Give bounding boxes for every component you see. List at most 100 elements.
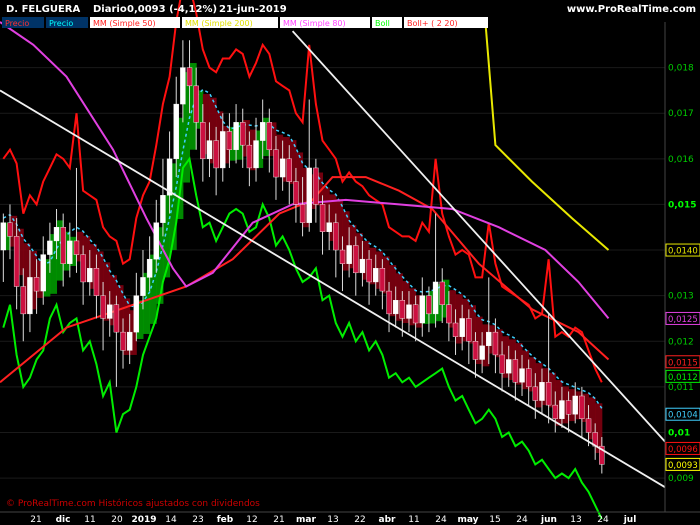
candle-body-58 (386, 290, 392, 315)
x-tick-label-10: mar (296, 515, 316, 525)
x-tick-label-5: 14 (165, 515, 177, 525)
candle-body-54 (359, 258, 366, 274)
x-tick-label-19: jun (540, 515, 557, 525)
candle-body-43 (286, 158, 292, 182)
candle-body-79 (525, 368, 532, 388)
candle-body-4 (27, 277, 33, 315)
candle-body-44 (293, 181, 299, 205)
legend-label-0: Precio (5, 19, 29, 28)
candle-body-61 (406, 304, 412, 319)
candle-body-64 (426, 295, 432, 315)
x-tick-label-4: 2019 (131, 515, 156, 525)
candle-body-29 (193, 85, 199, 123)
y-tick-label-1: 0,017 (668, 109, 694, 119)
y-tick-label-8: 0,01 (668, 428, 690, 438)
candle-body-82 (545, 382, 552, 406)
x-tick-label-20: 13 (570, 515, 581, 525)
candle-body-65 (432, 281, 439, 315)
candle-body-17 (113, 304, 120, 333)
candle-body-20 (133, 295, 140, 333)
x-tick-label-9: 21 (273, 515, 284, 525)
candle-body-37 (246, 144, 253, 169)
legend-label-4: MM (Simple 80) (283, 19, 346, 28)
x-tick-label-6: 23 (192, 515, 203, 525)
value-tag-4: 0,0104 (668, 411, 698, 421)
candle-body-34 (226, 131, 233, 150)
candle-body-33 (220, 131, 226, 169)
x-tick-label-11: 13 (327, 515, 338, 525)
candle-body-87 (579, 395, 585, 419)
candle-body-12 (80, 254, 86, 283)
candle-body-22 (146, 258, 153, 278)
candle-body-3 (20, 286, 26, 315)
candle-body-9 (60, 227, 66, 264)
y-tick-label-5: 0,013 (668, 292, 694, 302)
candle-body-30 (200, 122, 206, 160)
candle-body-48 (319, 204, 326, 232)
candle-body-19 (126, 331, 133, 351)
candle-body-18 (120, 331, 126, 351)
candle-body-6 (40, 254, 46, 292)
candle-body-76 (506, 359, 512, 374)
candle-body-36 (240, 122, 246, 146)
y-tick-label-0: 0,018 (668, 64, 694, 74)
y-tick-label-2: 0,016 (668, 155, 694, 165)
x-tick-label-2: 11 (84, 515, 95, 525)
candle-body-10 (67, 240, 73, 264)
candle-body-42 (279, 158, 286, 178)
candle-body-2 (13, 236, 20, 287)
candle-body-0 (0, 222, 7, 251)
legend-label-5: Boll (375, 19, 390, 28)
candle-body-35 (233, 122, 239, 150)
candle-body-81 (539, 382, 545, 401)
x-tick-label-12: 22 (354, 515, 365, 525)
candle-body-11 (73, 240, 80, 255)
candle-body-69 (459, 318, 465, 337)
candle-body-60 (399, 300, 406, 319)
candle-body-51 (339, 249, 346, 264)
y-tick-label-9: 0,009 (668, 474, 694, 484)
candle-body-21 (140, 277, 146, 296)
last-price: 0,0093 (-4,12%) (127, 4, 217, 15)
candle-body-83 (552, 404, 558, 419)
y-tick-label-7: 0,011 (668, 383, 694, 393)
candle-body-70 (466, 318, 472, 342)
candle-body-75 (499, 354, 505, 374)
candle-body-23 (153, 222, 159, 260)
y-tick-label-6: 0,012 (668, 337, 694, 347)
candle-body-38 (253, 140, 259, 169)
chart-date: 21-jun-2019 (219, 4, 287, 15)
period-label: Diario (93, 4, 127, 15)
candle-body-24 (160, 195, 166, 223)
candle-body-74 (492, 331, 499, 356)
candle-body-68 (452, 322, 459, 337)
y-tick-label-3: 0,015 (668, 200, 696, 210)
candle-body-13 (87, 268, 93, 283)
candle-body-62 (412, 304, 419, 324)
candle-body-67 (446, 304, 452, 324)
candle-body-27 (180, 67, 186, 105)
legend-label-3: MM (Simple 200) (185, 19, 253, 28)
candle-body-71 (472, 341, 479, 360)
value-tag-2: 0,0115 (668, 358, 698, 368)
candle-body-56 (373, 268, 379, 283)
candle-body-55 (366, 258, 372, 283)
candle-body-15 (100, 295, 106, 319)
candle-body-41 (273, 149, 279, 178)
candle-body-28 (186, 67, 193, 87)
candle-body-5 (33, 277, 40, 292)
legend-label-6: Boll+ ( 2 20) (407, 19, 458, 28)
x-tick-label-15: 24 (435, 515, 447, 525)
candle-body-85 (565, 400, 572, 415)
candle-body-73 (486, 331, 492, 347)
candle-body-1 (7, 222, 13, 237)
candle-body-7 (47, 240, 53, 255)
candle-body-16 (107, 304, 113, 319)
chart-root: 0,0180,0170,0160,0150,0140,0130,0120,011… (0, 0, 700, 525)
x-tick-label-18: 24 (516, 515, 528, 525)
candle-body-40 (266, 122, 273, 150)
candle-body-26 (173, 103, 179, 160)
x-tick-label-17: 15 (489, 515, 500, 525)
candle-body-57 (379, 268, 386, 292)
x-tick-label-22: jul (623, 515, 637, 525)
